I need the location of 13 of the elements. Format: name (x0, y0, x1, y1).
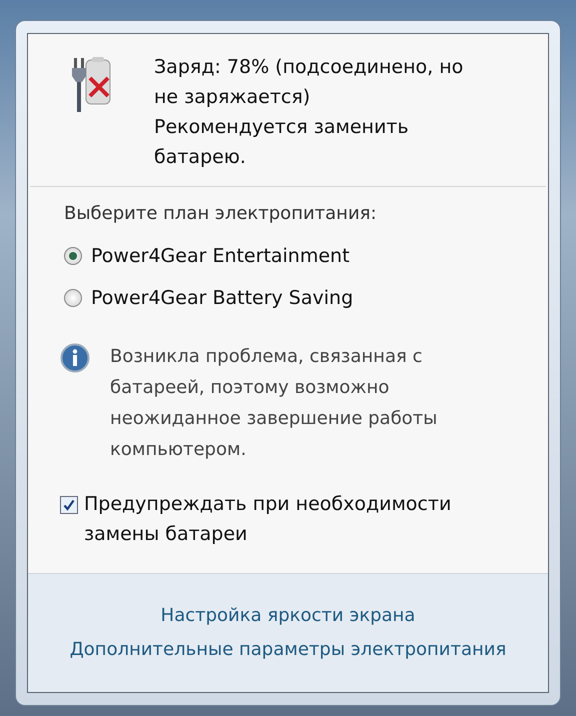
warning-checkbox[interactable] (60, 496, 78, 514)
power-plan-radio[interactable]: Power4Gear Entertainment (64, 235, 548, 277)
battery-problem-message: Возникла проблема, связанная с батареей, поэтому возможно неожиданное завершение работы компьютером. (110, 345, 438, 462)
settings-link[interactable]: Настройка яркости экрана (160, 602, 416, 630)
charge-status-text: Заряд: 78% (подсоединено, но не заряжается) (154, 55, 464, 110)
power-plan-label: Выберите план электропитания: (64, 202, 378, 226)
info-icon (60, 343, 90, 373)
battery-recommendation-text: Рекомендуется заменить батарею. (154, 115, 410, 170)
power-plan-radio[interactable]: Power4Gear Battery Saving (64, 277, 548, 319)
radio-button[interactable] (64, 289, 82, 307)
radio-button[interactable] (64, 247, 82, 265)
settings-link[interactable]: Дополнительные параметры электропитания (70, 636, 506, 664)
warning-checkbox-label[interactable]: Предупреждать при необходимости замены батареи (84, 489, 504, 549)
